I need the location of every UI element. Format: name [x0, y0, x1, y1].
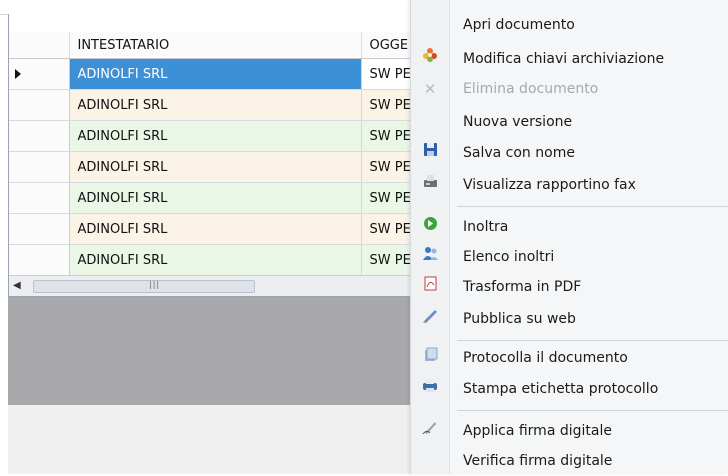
horizontal-scrollbar[interactable]: ◀ ||| — [9, 275, 429, 296]
row-selector[interactable] — [9, 244, 70, 276]
grid-table: INTESTATARIO OGGE ADINOLFI SRL SW PE ADI… — [9, 32, 430, 276]
row-selector[interactable] — [9, 120, 70, 152]
menu-item-verifica-firma[interactable]: Verifica firma digitale — [411, 446, 728, 476]
table-row[interactable]: ADINOLFI SRL SW PE — [9, 244, 430, 276]
column-header-intestatario[interactable]: INTESTATARIO — [69, 32, 362, 59]
menu-item-label: Elenco inoltri — [463, 249, 555, 265]
scrollbar-grip-icon: ||| — [149, 280, 161, 289]
context-menu: Apri documento Modifica chiavi archiviaz… — [410, 0, 728, 474]
scrollbar-thumb[interactable] — [33, 280, 255, 293]
menu-item-label: Modifica chiavi archiviazione — [463, 51, 665, 67]
menu-item-elimina-documento[interactable]: ✕ Elimina documento — [411, 74, 728, 104]
menu-item-label: Inoltra — [463, 219, 509, 235]
table-row[interactable]: ADINOLFI SRL SW PE — [9, 58, 430, 90]
menu-item-label: Pubblica su web — [463, 311, 576, 327]
grid-header-row: INTESTATARIO OGGE — [9, 32, 430, 59]
scroll-left-icon[interactable]: ◀ — [13, 280, 21, 291]
users-icon — [411, 242, 449, 272]
close-icon: ✕ — [423, 80, 437, 98]
menu-item-modifica-chiavi[interactable]: Modifica chiavi archiviazione — [411, 44, 728, 74]
menu-item-label: Trasforma in PDF — [463, 279, 582, 295]
menu-item-inoltra[interactable]: Inoltra — [411, 212, 728, 242]
row-selector[interactable] — [9, 213, 70, 245]
menu-separator — [457, 206, 728, 207]
menu-item-elenco-inoltri[interactable]: Elenco inoltri — [411, 242, 728, 272]
documents-grid[interactable]: INTESTATARIO OGGE ADINOLFI SRL SW PE ADI… — [8, 14, 430, 297]
signature-icon — [411, 416, 449, 446]
menu-item-label: Elimina documento — [463, 81, 599, 97]
current-row-icon — [15, 69, 21, 79]
menu-item-salva-con-nome[interactable]: Salva con nome — [411, 138, 728, 168]
cell-intestatario[interactable]: ADINOLFI SRL — [69, 244, 362, 276]
table-row[interactable]: ADINOLFI SRL SW PE — [9, 213, 430, 245]
menu-item-trasforma-pdf[interactable]: Trasforma in PDF — [411, 272, 728, 302]
menu-item-applica-firma[interactable]: Applica firma digitale — [411, 416, 728, 446]
menu-item-nuova-versione[interactable]: Nuova versione — [411, 107, 728, 137]
pdf-icon — [411, 272, 449, 302]
row-selector[interactable] — [9, 182, 70, 214]
printer-icon — [411, 374, 449, 404]
menu-separator — [457, 410, 728, 411]
forward-icon — [411, 212, 449, 242]
table-row[interactable]: ADINOLFI SRL SW PE — [9, 151, 430, 183]
cell-intestatario[interactable]: ADINOLFI SRL — [69, 182, 362, 214]
menu-item-label: Protocolla il documento — [463, 350, 628, 366]
cell-intestatario[interactable]: ADINOLFI SRL — [69, 151, 362, 183]
menu-item-visualizza-fax[interactable]: Visualizza rapportino fax — [411, 170, 728, 200]
menu-item-protocolla[interactable]: Protocolla il documento — [411, 343, 728, 373]
menu-item-label: Applica firma digitale — [463, 423, 612, 439]
table-row[interactable]: ADINOLFI SRL SW PE — [9, 182, 430, 214]
cell-intestatario[interactable]: ADINOLFI SRL — [69, 213, 362, 245]
row-selector[interactable] — [9, 151, 70, 183]
menu-item-label: Verifica firma digitale — [463, 453, 613, 469]
flower-icon — [411, 44, 449, 74]
document-icon — [411, 343, 449, 373]
bottom-panel — [8, 405, 438, 474]
row-selector-header — [9, 32, 70, 59]
cell-intestatario[interactable]: ADINOLFI SRL — [69, 58, 362, 90]
table-row[interactable]: ADINOLFI SRL SW PE — [9, 120, 430, 152]
cell-intestatario[interactable]: ADINOLFI SRL — [69, 89, 362, 121]
floppy-icon — [411, 138, 449, 168]
cell-intestatario[interactable]: ADINOLFI SRL — [69, 120, 362, 152]
menu-separator — [457, 340, 728, 341]
fax-icon — [411, 170, 449, 200]
row-selector[interactable] — [9, 58, 70, 90]
menu-item-label: Salva con nome — [463, 145, 575, 161]
menu-item-apri-documento[interactable]: Apri documento — [411, 10, 728, 40]
menu-item-label: Nuova versione — [463, 114, 573, 130]
web-icon — [411, 304, 449, 334]
table-row[interactable]: ADINOLFI SRL SW PE — [9, 89, 430, 121]
empty-panel — [8, 297, 438, 405]
menu-item-stampa-etichetta[interactable]: Stampa etichetta protocollo — [411, 374, 728, 404]
menu-item-pubblica-web[interactable]: Pubblica su web — [411, 304, 728, 334]
menu-item-label: Visualizza rapportino fax — [463, 177, 636, 193]
row-selector[interactable] — [9, 89, 70, 121]
menu-item-label: Stampa etichetta protocollo — [463, 381, 659, 397]
menu-item-label: Apri documento — [463, 17, 575, 33]
